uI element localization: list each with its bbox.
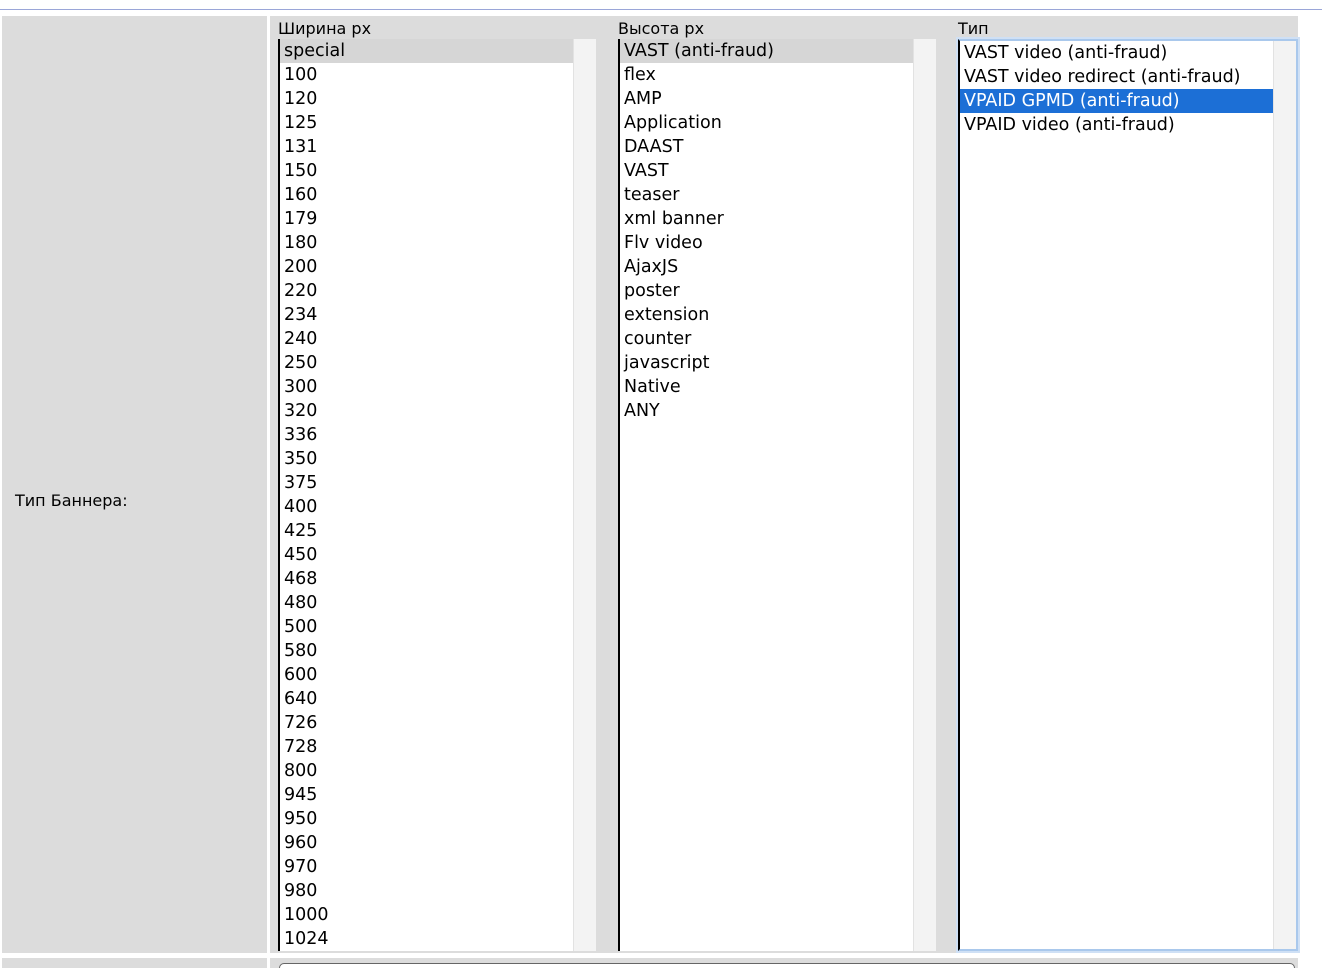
width-option[interactable]: 480 (280, 591, 574, 615)
height-select[interactable]: VAST (anti-fraud) flex AMP Application DAAST… (618, 39, 936, 951)
width-option[interactable]: 640 (280, 687, 574, 711)
height-option[interactable]: teaser (620, 183, 914, 207)
height-option[interactable]: VAST (620, 159, 914, 183)
height-option[interactable]: VAST (anti-fraud) (620, 39, 914, 63)
type-option[interactable]: VPAID video (anti-fraud) (960, 113, 1274, 137)
height-option[interactable]: flex (620, 63, 914, 87)
width-options: special 100 120 125 131 150 160 179 180 200 220 234… (280, 39, 574, 951)
width-option[interactable]: 450 (280, 543, 574, 567)
width-option[interactable]: 1000 (280, 903, 574, 927)
height-option[interactable]: counter (620, 327, 914, 351)
height-option[interactable]: DAAST (620, 135, 914, 159)
width-option[interactable]: 728 (280, 735, 574, 759)
width-option[interactable]: 425 (280, 519, 574, 543)
type-options: VAST video (anti-fraud) VAST video redire… (960, 41, 1274, 137)
height-header: Высота px (618, 19, 705, 38)
width-scrollbar[interactable] (573, 39, 596, 951)
next-row-label-cell (2, 958, 267, 968)
top-divider (0, 9, 1322, 10)
width-option[interactable]: 375 (280, 471, 574, 495)
width-option[interactable]: 320 (280, 399, 574, 423)
height-scrollbar[interactable] (913, 39, 936, 951)
width-option[interactable]: 100 (280, 63, 574, 87)
width-option[interactable]: 179 (280, 207, 574, 231)
type-scrollbar[interactable] (1273, 41, 1296, 949)
width-option[interactable]: 980 (280, 879, 574, 903)
height-option[interactable]: AMP (620, 87, 914, 111)
width-option[interactable]: 240 (280, 327, 574, 351)
height-option[interactable]: Native (620, 375, 914, 399)
height-option[interactable]: javascript (620, 351, 914, 375)
type-option[interactable]: VPAID GPMD (anti-fraud) (960, 89, 1274, 113)
width-option[interactable]: 600 (280, 663, 574, 687)
height-option[interactable]: ANY (620, 399, 914, 423)
width-option[interactable]: 200 (280, 255, 574, 279)
type-select[interactable]: VAST video (anti-fraud) VAST video redire… (958, 39, 1298, 951)
width-option[interactable]: 1024 (280, 927, 574, 951)
next-row-input[interactable] (279, 963, 1295, 968)
width-option[interactable]: 336 (280, 423, 574, 447)
type-option[interactable]: VAST video redirect (anti-fraud) (960, 65, 1274, 89)
width-option[interactable]: 350 (280, 447, 574, 471)
height-option[interactable]: poster (620, 279, 914, 303)
width-option[interactable]: 125 (280, 111, 574, 135)
width-option[interactable]: 945 (280, 783, 574, 807)
height-option[interactable]: extension (620, 303, 914, 327)
width-option[interactable]: 150 (280, 159, 574, 183)
height-option[interactable]: xml banner (620, 207, 914, 231)
banner-type-label: Тип Баннера: (15, 491, 128, 510)
width-option[interactable]: 234 (280, 303, 574, 327)
width-option[interactable]: 580 (280, 639, 574, 663)
width-option[interactable]: 160 (280, 183, 574, 207)
width-option[interactable]: 468 (280, 567, 574, 591)
height-option[interactable]: Flv video (620, 231, 914, 255)
width-header: Ширина px (278, 19, 372, 38)
width-option[interactable]: 250 (280, 351, 574, 375)
width-option[interactable]: 950 (280, 807, 574, 831)
width-option[interactable]: 726 (280, 711, 574, 735)
width-option[interactable]: 131 (280, 135, 574, 159)
width-option[interactable]: 120 (280, 87, 574, 111)
width-option[interactable]: 500 (280, 615, 574, 639)
width-select[interactable]: special 100 120 125 131 150 160 179 180 200 220 234… (278, 39, 596, 951)
height-option[interactable]: Application (620, 111, 914, 135)
type-option[interactable]: VAST video (anti-fraud) (960, 41, 1274, 65)
height-options: VAST (anti-fraud) flex AMP Application DAAST… (620, 39, 914, 423)
label-cell: Тип Баннера: (2, 16, 267, 953)
height-option[interactable]: AjaxJS (620, 255, 914, 279)
width-option[interactable]: 960 (280, 831, 574, 855)
width-option[interactable]: 800 (280, 759, 574, 783)
width-option[interactable]: special (280, 39, 574, 63)
width-option[interactable]: 970 (280, 855, 574, 879)
width-option[interactable]: 400 (280, 495, 574, 519)
width-option[interactable]: 220 (280, 279, 574, 303)
type-header: Тип (958, 19, 989, 38)
width-option[interactable]: 300 (280, 375, 574, 399)
width-option[interactable]: 180 (280, 231, 574, 255)
